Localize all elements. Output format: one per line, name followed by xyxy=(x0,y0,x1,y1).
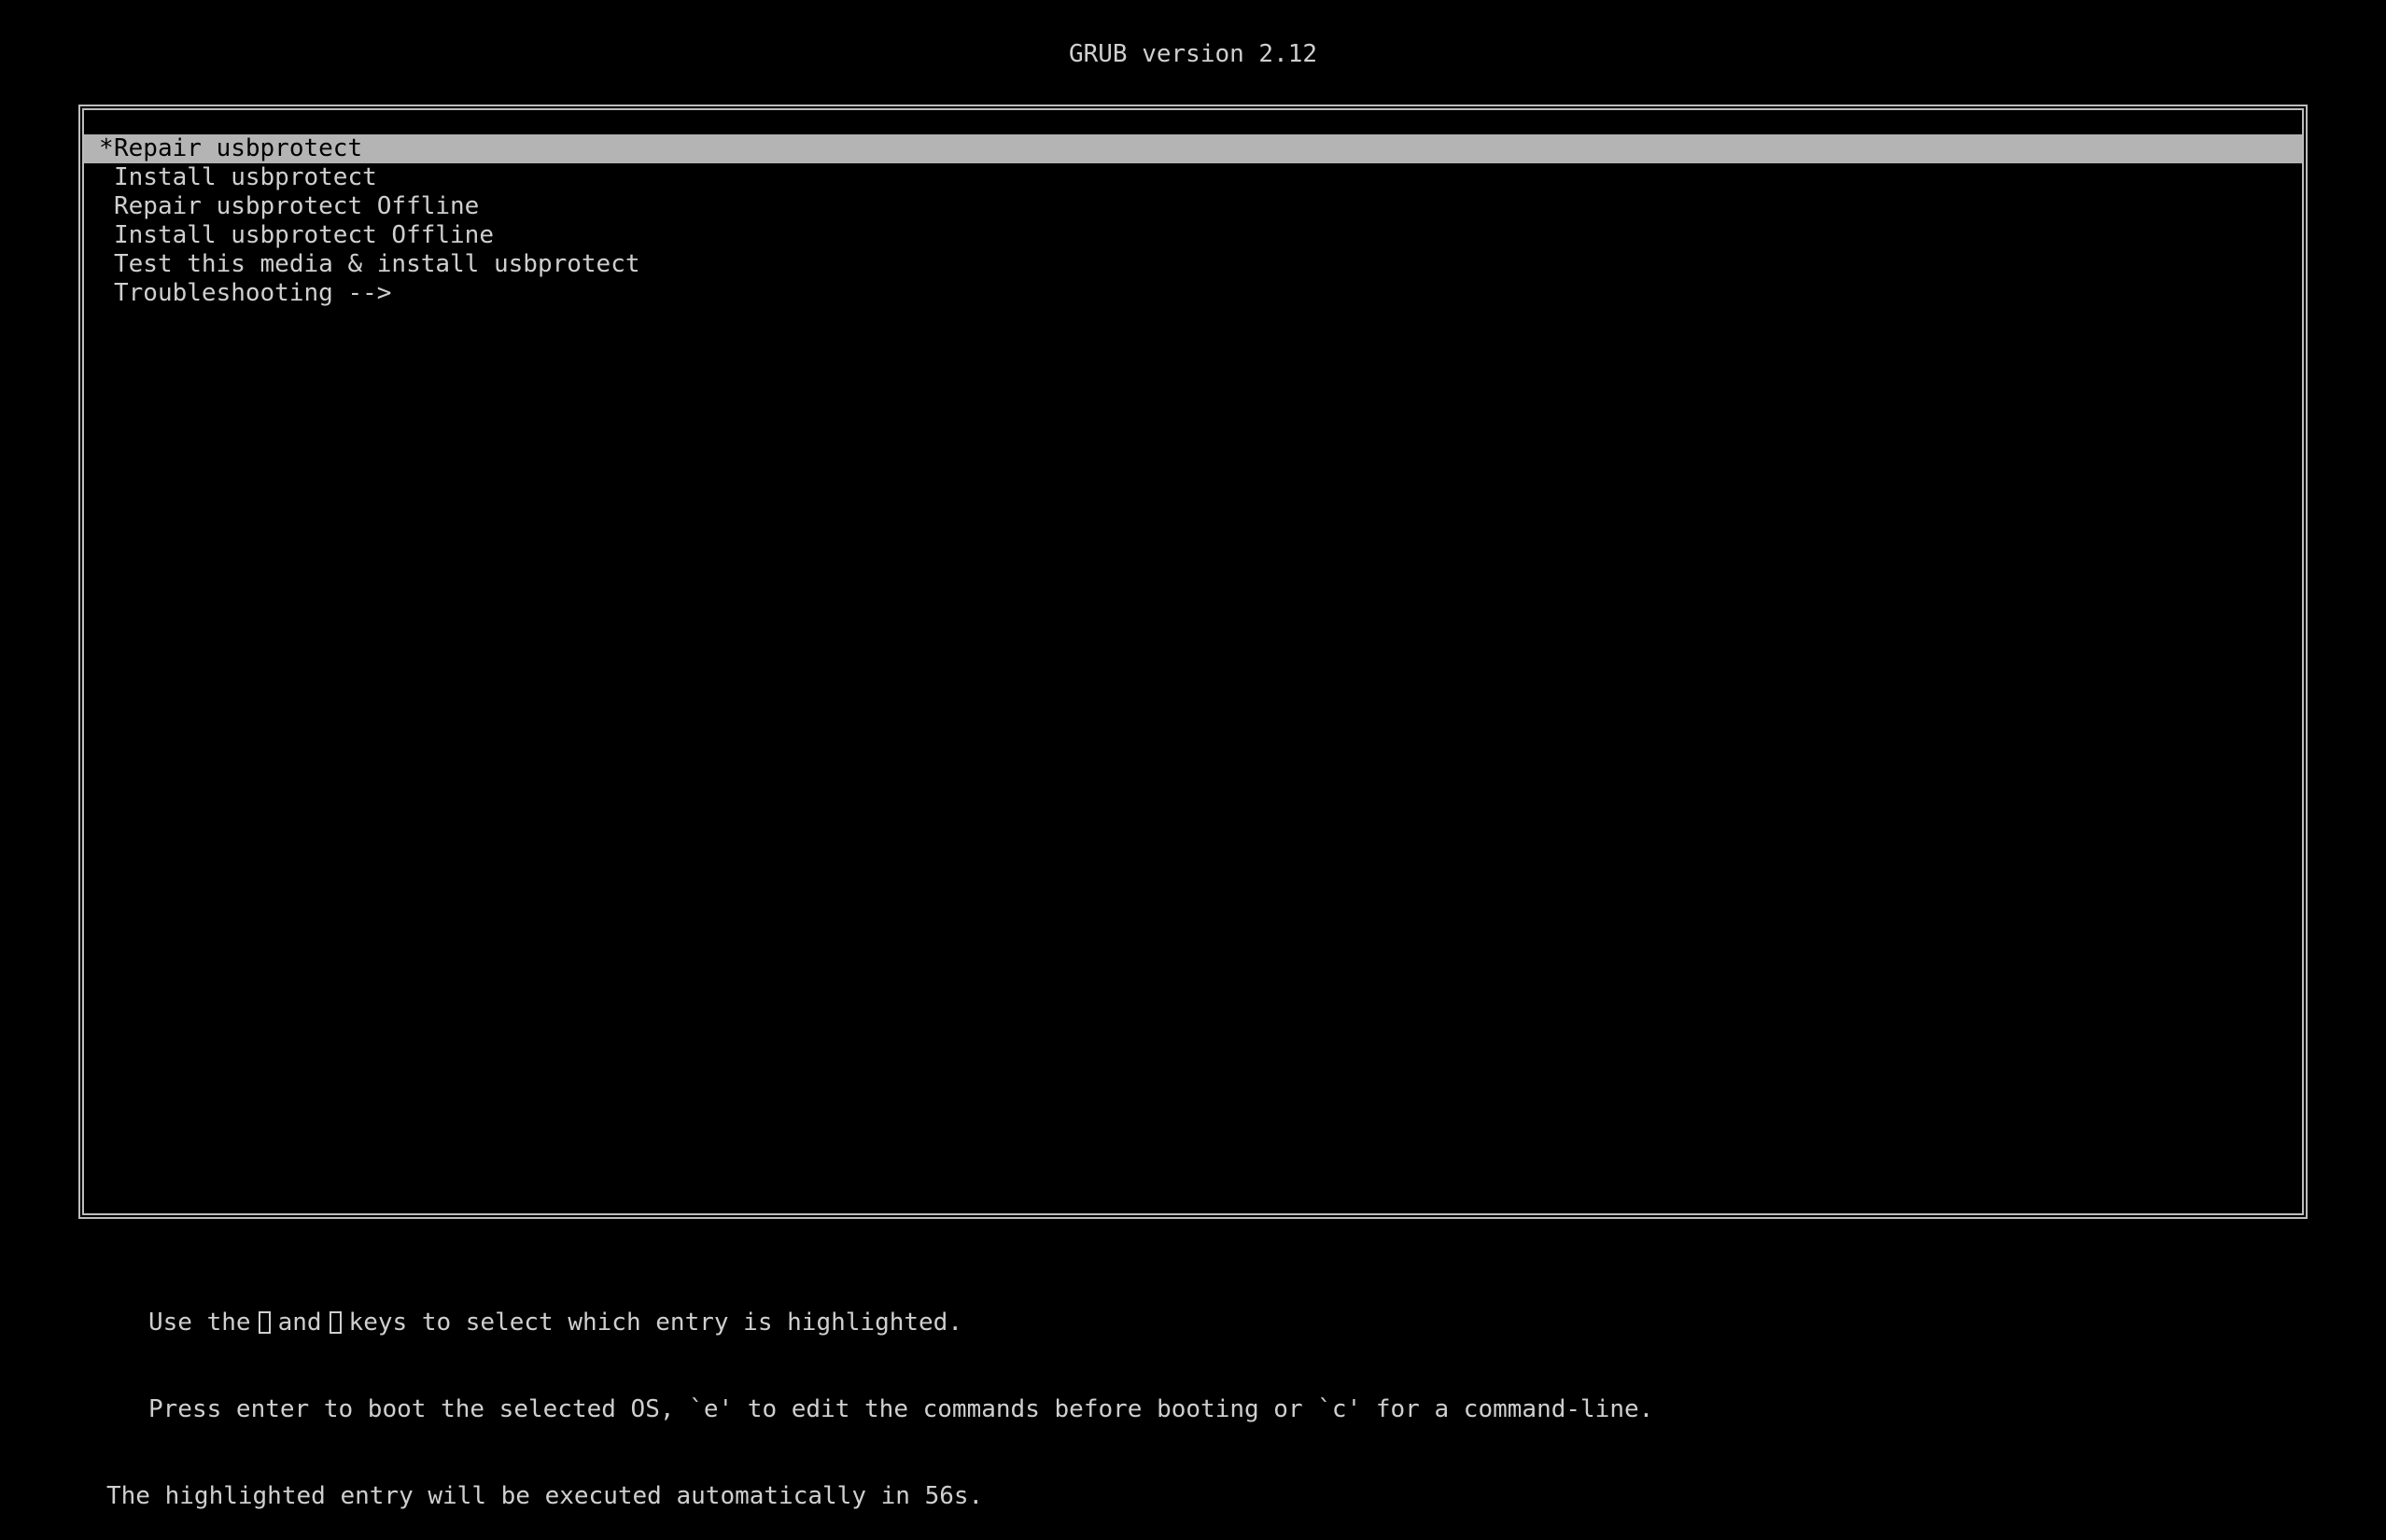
help-line-boot-edit: Press enter to boot the selected OS, `e'… xyxy=(148,1395,1654,1423)
entry-marker xyxy=(99,163,114,192)
help-text: Use the and keys to select which entry is … xyxy=(106,1251,1653,1540)
help-text-prefix: Use the xyxy=(148,1309,251,1337)
boot-entry-troubleshooting[interactable]: Troubleshooting --> xyxy=(84,279,2302,308)
boot-menu-frame: * Repair usbprotect Install usbprotect Re… xyxy=(78,105,2308,1219)
selected-marker: * xyxy=(99,134,114,162)
grub-version-title: GRUB version 2.12 xyxy=(1068,40,1318,68)
entry-marker xyxy=(99,221,114,250)
entry-marker xyxy=(99,192,114,221)
entry-marker xyxy=(99,250,114,279)
boot-entry-label: Install usbprotect Offline xyxy=(114,221,494,249)
boot-entry-install-usbprotect-offline[interactable]: Install usbprotect Offline xyxy=(84,221,2302,250)
boot-entry-label: Test this media & install usbprotect xyxy=(114,250,640,278)
boot-entry-repair-usbprotect-offline[interactable]: Repair usbprotect Offline xyxy=(84,192,2302,221)
boot-entry-test-media-install[interactable]: Test this media & install usbprotect xyxy=(84,250,2302,279)
boot-entry-label: Repair usbprotect Offline xyxy=(114,192,480,220)
help-text-and: and xyxy=(277,1309,322,1337)
down-arrow-icon xyxy=(329,1311,342,1334)
boot-entry-label: Repair usbprotect xyxy=(114,134,363,162)
boot-entry-label: Troubleshooting --> xyxy=(114,279,392,307)
help-line-navigation: Use the and keys to select which entry is … xyxy=(106,1309,1653,1337)
help-text-suffix: keys to select which entry is highlighte… xyxy=(348,1309,962,1337)
entry-marker xyxy=(99,279,114,308)
up-arrow-icon xyxy=(258,1311,271,1334)
boot-entry-label: Install usbprotect xyxy=(114,163,377,191)
boot-menu-list: * Repair usbprotect Install usbprotect Re… xyxy=(84,134,2302,308)
help-line-timeout: The highlighted entry will be executed a… xyxy=(106,1482,984,1510)
boot-entry-repair-usbprotect[interactable]: * Repair usbprotect xyxy=(84,134,2302,163)
boot-entry-install-usbprotect[interactable]: Install usbprotect xyxy=(84,163,2302,192)
